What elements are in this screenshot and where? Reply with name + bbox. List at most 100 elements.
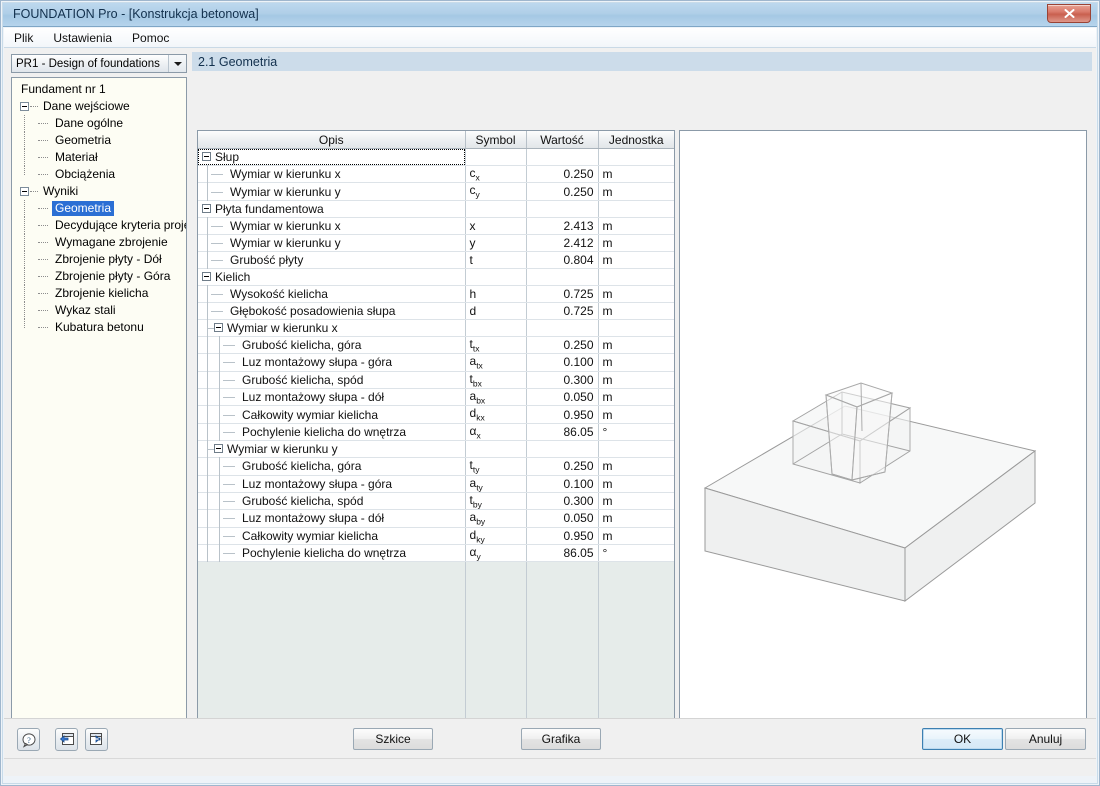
row-label: Całkowity wymiar kielicha	[242, 528, 379, 543]
tree-item-zbrojenie-plyty-gora[interactable]: Zbrojenie płyty - Góra	[12, 268, 186, 285]
tree-item-label: Geometria	[52, 201, 115, 216]
tree-item-dane-wejsciowe[interactable]: Dane wejściowe	[12, 98, 186, 115]
table-row[interactable]: Pochylenie kielicha do wnętrza αx 86.05 °	[198, 422, 674, 442]
cell-unit: °	[598, 544, 674, 563]
help-button[interactable]: ?	[17, 728, 40, 751]
model-viewport[interactable]: Wymiary	[679, 130, 1087, 758]
cell-description: Pochylenie kielicha do wnętrza	[198, 544, 466, 563]
tree-item-label: Obciążenia	[55, 167, 116, 181]
graphics-button[interactable]: Grafika	[521, 728, 601, 750]
cell-unit: m	[598, 388, 674, 407]
table-row[interactable]: Grubość kielicha, spód tbx 0.300 m	[198, 370, 674, 389]
tree-item-wykaz-stali[interactable]: Wykaz stali	[12, 302, 186, 319]
table-group-row[interactable]: Wymiar w kierunku y	[198, 440, 674, 459]
table-row[interactable]: Całkowity wymiar kielicha dkx 0.950 m	[198, 405, 674, 424]
chevron-down-icon[interactable]	[168, 55, 186, 72]
tree-item-wyniki[interactable]: Wyniki	[12, 183, 186, 200]
cell-symbol: cy	[465, 182, 527, 201]
table-row[interactable]: Pochylenie kielicha do wnętrza αy 86.05 °	[198, 544, 674, 563]
client-area: PR1 - Design of foundations Fundament nr…	[4, 48, 1096, 775]
table-row[interactable]: Wymiar w kierunku x x 2.413 m	[198, 216, 674, 235]
tree-item-label: Wykaz stali	[55, 303, 116, 317]
collapse-expander-icon[interactable]	[202, 271, 211, 281]
cell-description: Wymiar w kierunku x	[198, 216, 466, 235]
cell-unit: m	[598, 457, 674, 476]
menu-item-ustawienia[interactable]: Ustawienia	[43, 29, 122, 47]
column-header-symbol[interactable]: Symbol	[465, 131, 527, 149]
table-row[interactable]: Całkowity wymiar kielicha dky 0.950 m	[198, 526, 674, 546]
geometry-table-panel[interactable]: Opis Symbol Wartość Jednostka Słup Wymiar…	[197, 130, 675, 758]
model-3d-canvas[interactable]	[680, 131, 1086, 731]
tree-item-geometria-results[interactable]: Geometria	[12, 200, 186, 217]
table-row[interactable]: Wymiar w kierunku y y 2.412 m	[198, 233, 674, 252]
cell-symbol	[465, 319, 527, 337]
column-header-wartosc[interactable]: Wartość	[526, 131, 599, 149]
collapse-expander-icon[interactable]	[214, 322, 223, 332]
row-label: Luz montażowy słupa - dół	[242, 511, 385, 526]
table-group-row[interactable]: Płyta fundamentowa	[198, 200, 674, 218]
tree-item-zbrojenie-plyty-dol[interactable]: Zbrojenie płyty - Dół	[12, 251, 186, 268]
project-combobox[interactable]: PR1 - Design of foundations	[11, 54, 187, 73]
collapse-expander-icon[interactable]	[202, 203, 211, 213]
close-button[interactable]	[1047, 4, 1091, 23]
table-row[interactable]: Wymiar w kierunku x cx 0.250 m	[198, 165, 674, 184]
collapse-expander-icon[interactable]	[20, 102, 29, 111]
table-row[interactable]: Grubość kielicha, spód tby 0.300 m	[198, 492, 674, 511]
window-title: FOUNDATION Pro - [Konstrukcja betonowa]	[13, 7, 259, 21]
cell-value: 0.250	[526, 182, 599, 201]
table-row[interactable]: Głębokość posadowienia słupa d 0.725 m	[198, 301, 674, 320]
cell-description: Głębokość posadowienia słupa	[198, 301, 466, 320]
table-row[interactable]: Luz montażowy słupa - góra atx 0.100 m	[198, 353, 674, 372]
cell-description: Całkowity wymiar kielicha	[198, 405, 466, 424]
navigation-tree-panel[interactable]: Fundament nr 1 Dane wejściowe Dane ogóln…	[11, 77, 187, 737]
cell-unit: m	[598, 371, 674, 389]
cell-value: 0.050	[526, 509, 599, 528]
tree-item-material[interactable]: Materiał	[12, 149, 186, 166]
tree-item-decydujace-kryteria[interactable]: Decydujące kryteria projekt	[12, 217, 186, 234]
tree-item-label: Dane wejściowe	[43, 99, 130, 113]
table-row[interactable]: Luz montażowy słupa - dół abx 0.050 m	[198, 388, 674, 407]
table-row[interactable]: Grubość kielicha, góra tty 0.250 m	[198, 457, 674, 476]
collapse-expander-icon[interactable]	[20, 187, 29, 196]
row-label: Grubość kielicha, góra	[242, 337, 362, 352]
table-row[interactable]: Wysokość kielicha h 0.725 m	[198, 284, 674, 303]
previous-button[interactable]	[55, 728, 78, 751]
table-row[interactable]: Grubość kielicha, góra ttx 0.250 m	[198, 335, 674, 355]
tree-item-obciazenia[interactable]: Obciążenia	[12, 166, 186, 183]
column-header-jednostka[interactable]: Jednostka	[598, 131, 674, 149]
table-row[interactable]: Luz montażowy słupa - góra aty 0.100 m	[198, 474, 674, 493]
table-row[interactable]: Wymiar w kierunku y cy 0.250 m	[198, 182, 674, 201]
table-row[interactable]: Grubość płyty t 0.804 m	[198, 250, 674, 269]
tree-item-root[interactable]: Fundament nr 1	[12, 81, 186, 98]
table-group-row[interactable]: Wymiar w kierunku x	[198, 318, 674, 337]
tree-item-label: Dane ogólne	[55, 116, 124, 130]
row-label: Całkowity wymiar kielicha	[242, 407, 379, 422]
table-row[interactable]: Luz montażowy słupa - dół aby 0.050 m	[198, 509, 674, 528]
sketches-button[interactable]: Szkice	[353, 728, 433, 750]
column-header-opis[interactable]: Opis	[198, 131, 466, 149]
ok-button[interactable]: OK	[922, 728, 1003, 750]
cell-symbol: t	[465, 251, 527, 269]
cell-description: Grubość kielicha, spód	[198, 370, 466, 389]
cancel-button[interactable]: Anuluj	[1005, 728, 1086, 750]
cell-symbol: aty	[465, 475, 527, 493]
symbol-subscript: by	[472, 499, 482, 510]
cell-unit: °	[598, 423, 674, 442]
tree-item-label: Decydujące kryteria projekt	[55, 218, 187, 232]
tree-item-geometria-input[interactable]: Geometria	[12, 132, 186, 149]
cell-description: Całkowity wymiar kielicha	[198, 526, 466, 546]
collapse-expander-icon[interactable]	[214, 444, 223, 454]
cell-symbol: αy	[465, 544, 527, 563]
row-label: Grubość kielicha, spód	[242, 372, 364, 387]
next-button[interactable]	[85, 728, 108, 751]
tree-item-zbrojenie-kielicha[interactable]: Zbrojenie kielicha	[12, 285, 186, 302]
tree-item-dane-ogolne[interactable]: Dane ogólne	[12, 115, 186, 132]
table-group-row[interactable]: Słup	[198, 148, 674, 166]
cell-description: Luz montażowy słupa - góra	[198, 474, 466, 493]
tree-item-kubatura-betonu[interactable]: Kubatura betonu	[12, 319, 186, 336]
tree-item-wymagane-zbrojenie[interactable]: Wymagane zbrojenie	[12, 234, 186, 251]
menu-item-plik[interactable]: Plik	[4, 29, 43, 47]
table-group-row[interactable]: Kielich	[198, 268, 674, 286]
menu-item-pomoc[interactable]: Pomoc	[122, 29, 179, 47]
collapse-expander-icon[interactable]	[202, 152, 211, 161]
